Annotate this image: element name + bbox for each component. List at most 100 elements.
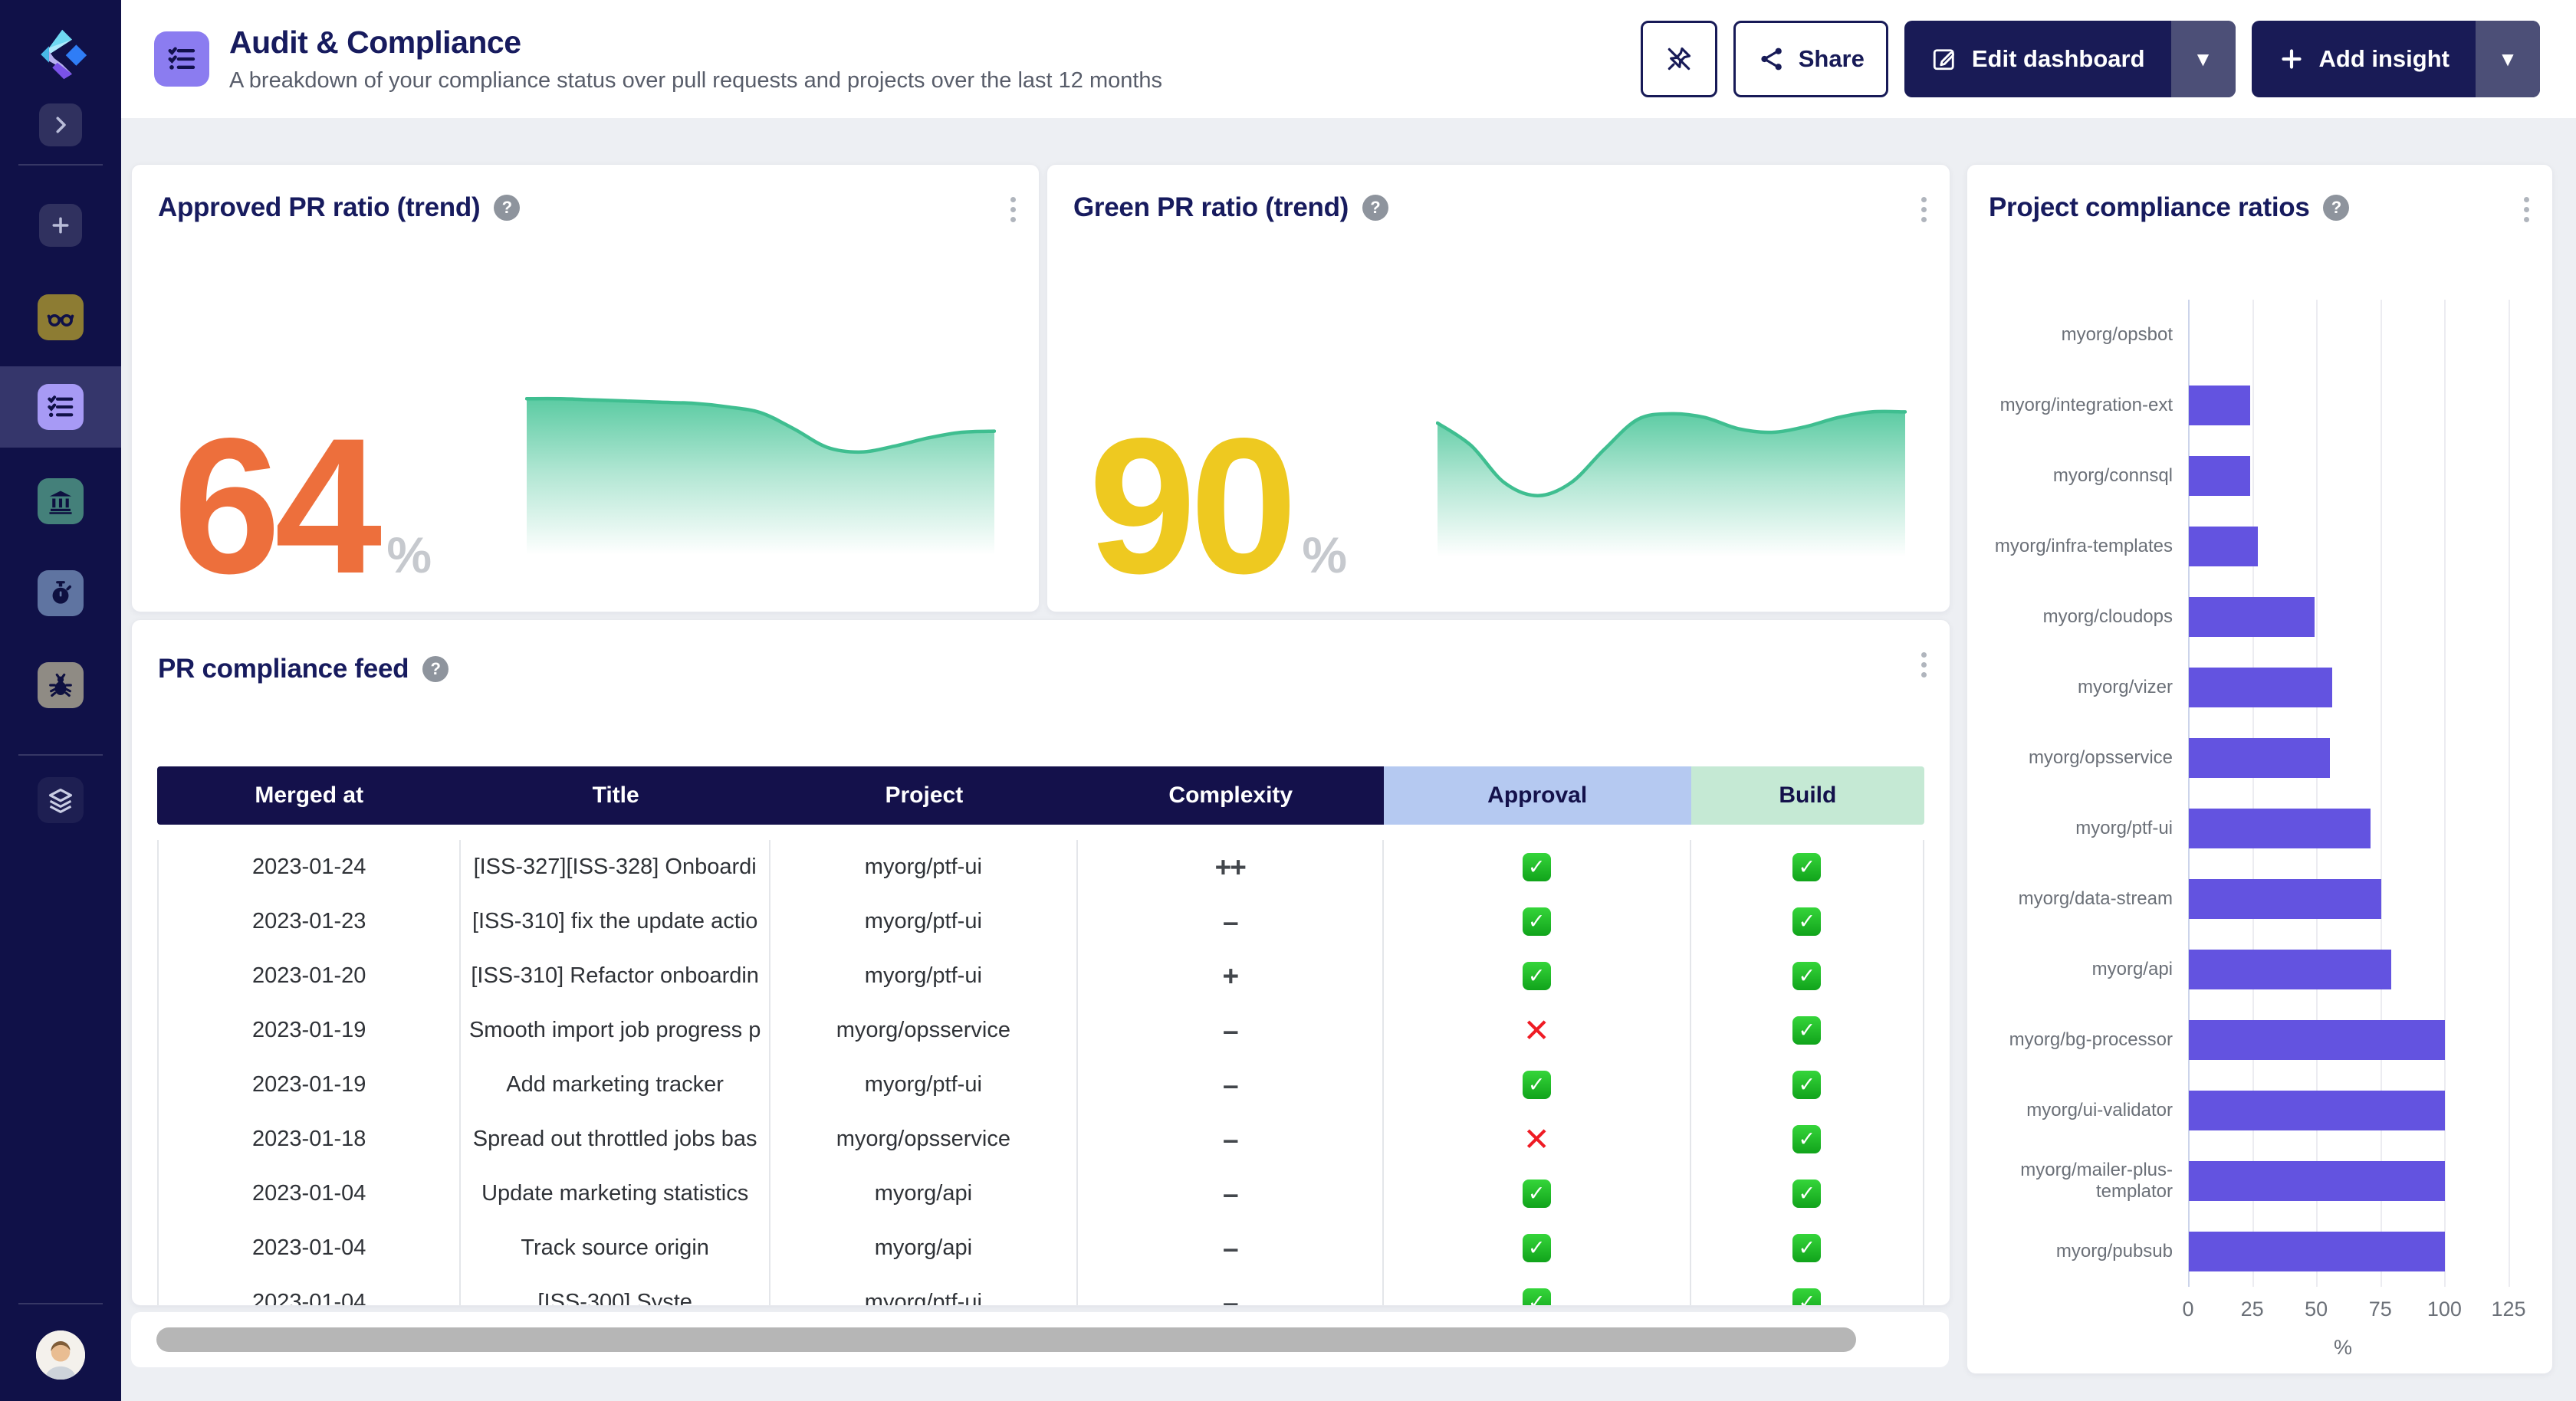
page-title: Audit & Compliance [229,25,1162,61]
cell-merged-at: 2023-01-24 [157,840,461,894]
kebab-menu-icon[interactable] [1918,649,1930,681]
feed-table: Merged atTitleProjectComplexityApprovalB… [157,766,1924,1305]
help-icon[interactable]: ? [494,195,520,221]
pass-check-icon: ✓ [1523,907,1551,936]
user-avatar[interactable] [36,1330,85,1380]
cell-title: Spread out throttled jobs bas [461,1112,770,1166]
kebab-menu-icon[interactable] [1918,194,1930,225]
cell-title: [ISS-310] Refactor onboardin [461,949,770,1003]
horizontal-scrollbar-track [131,1312,1949,1367]
pass-check-icon: ✓ [1792,1288,1821,1305]
sidebar-add-button[interactable] [39,204,82,247]
sidebar-item-cycle-time[interactable] [38,570,84,616]
pass-check-icon: ✓ [1792,907,1821,936]
edit-dashboard-label: Edit dashboard [1972,45,2145,73]
edit-dashboard-button[interactable]: Edit dashboard ▼ [1904,21,2236,97]
table-row: 2023-01-04Update marketing statisticsmyo… [157,1166,1924,1221]
add-insight-button[interactable]: Add insight ▼ [2252,21,2540,97]
page-header: Audit & Compliance A breakdown of your c… [121,0,2576,118]
cell-project: myorg/ptf-ui [770,1058,1078,1112]
cell-title: [ISS-327][ISS-328] Onboardi [461,840,770,894]
sidebar-item-bugs[interactable] [38,662,84,708]
cell-title: Update marketing statistics [461,1166,770,1221]
sidebar-item-governance[interactable] [38,478,84,524]
bar-chart-x-unit: % [2334,1336,2352,1360]
cell-approval: ✓ [1384,1166,1691,1221]
panel-title: Green PR ratio (trend) [1073,192,1349,223]
green-metric: 90 % [1089,429,1347,584]
bar [2189,1020,2445,1060]
gridline [2444,300,2446,1287]
cell-project: myorg/ptf-ui [770,949,1078,1003]
checklist-icon [46,392,75,422]
cell-build: ✓ [1691,1058,1924,1112]
bar-label: myorg/vizer [1981,652,2173,723]
pass-check-icon: ✓ [1792,1071,1821,1099]
cell-project: myorg/api [770,1166,1078,1221]
cell-complexity: – [1078,1112,1384,1166]
bar-label: myorg/opsbot [1981,300,2173,370]
bug-icon [46,671,75,700]
panel-title: PR compliance feed [158,654,409,684]
sidebar-item-dashboards[interactable] [38,384,84,430]
bar-label: myorg/connsql [1981,441,2173,511]
fail-cross-icon: ✕ [1523,1124,1550,1156]
pass-check-icon: ✓ [1792,1125,1821,1153]
pass-check-icon: ✓ [1792,1234,1821,1262]
cell-merged-at: 2023-01-19 [157,1003,461,1058]
green-trend-sparkline [1436,368,1907,582]
x-tick-label: 50 [2305,1298,2328,1321]
cell-build: ✓ [1691,1221,1924,1275]
kebab-menu-icon[interactable] [1007,194,1019,225]
pass-check-icon: ✓ [1523,1288,1551,1305]
cell-merged-at: 2023-01-23 [157,894,461,949]
cell-complexity: + [1078,949,1384,1003]
bar-label: myorg/cloudops [1981,582,2173,652]
edit-dashboard-caret[interactable]: ▼ [2171,21,2236,97]
column-header: Merged at [157,766,461,825]
gridline [2188,300,2190,1287]
sidebar-item-layers[interactable] [38,777,84,823]
share-icon [1757,44,1786,74]
dashboard-icon-tile [154,31,209,87]
help-icon[interactable]: ? [2323,195,2349,221]
sidebar-divider [18,754,103,756]
bar [2189,1091,2445,1130]
pass-check-icon: ✓ [1523,1180,1551,1208]
cell-build: ✓ [1691,949,1924,1003]
bar-label: myorg/ptf-ui [1981,793,2173,864]
table-row: 2023-01-19Add marketing trackermyorg/ptf… [157,1058,1924,1112]
x-tick-label: 0 [2182,1298,2193,1321]
cell-merged-at: 2023-01-04 [157,1221,461,1275]
kebab-menu-icon[interactable] [2521,194,2532,225]
help-icon[interactable]: ? [1362,195,1388,221]
sidebar-divider [18,1303,103,1304]
sidebar-expand-button[interactable] [39,103,82,146]
stopwatch-icon [46,579,75,608]
share-label: Share [1799,45,1865,73]
dashboard-page: Audit & Compliance A breakdown of your c… [0,0,2576,1401]
sidebar-item-review[interactable] [38,294,84,340]
share-button[interactable]: Share [1733,21,1888,97]
cell-merged-at: 2023-01-18 [157,1112,461,1166]
cell-merged-at: 2023-01-04 [157,1275,461,1305]
cell-title: [ISS-300] Syste [461,1275,770,1305]
cell-complexity: – [1078,894,1384,949]
pass-check-icon: ✓ [1792,853,1821,881]
unpin-button[interactable] [1641,21,1717,97]
app-logo[interactable] [28,21,94,87]
x-tick-label: 75 [2369,1298,2392,1321]
pass-check-icon: ✓ [1523,1071,1551,1099]
x-tick-label: 100 [2427,1298,2462,1321]
cell-title: [ISS-310] fix the update actio [461,894,770,949]
cell-project: myorg/ptf-ui [770,894,1078,949]
table-row: 2023-01-23[ISS-310] fix the update actio… [157,894,1924,949]
horizontal-scrollbar-thumb[interactable] [156,1327,1856,1352]
bar [2189,386,2250,425]
cell-approval: ✓ [1384,1275,1691,1305]
add-insight-caret[interactable]: ▼ [2476,21,2540,97]
cell-approval: ✕ [1384,1003,1691,1058]
help-icon[interactable]: ? [422,656,449,682]
table-row: 2023-01-20[ISS-310] Refactor onboardinmy… [157,949,1924,1003]
table-row: 2023-01-04[ISS-300] Systemyorg/ptf-ui–✓✓ [157,1275,1924,1305]
